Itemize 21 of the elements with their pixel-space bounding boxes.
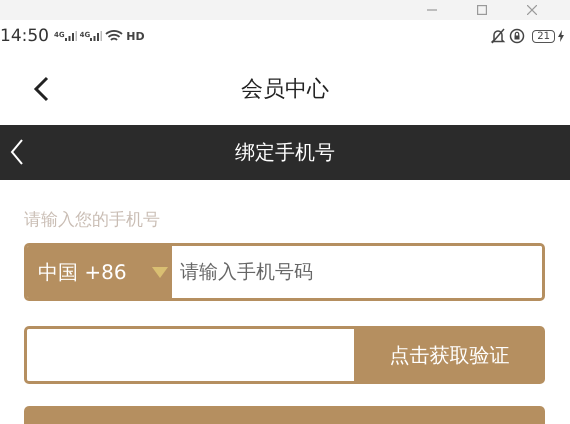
country-code-selector[interactable]: 中国 +86 — [27, 246, 172, 298]
country-code: 中国 +86 — [38, 258, 127, 286]
bell-off-icon — [490, 28, 506, 44]
hd-label: HD — [126, 30, 145, 42]
signal-icon — [64, 31, 77, 41]
page-title: 会员中心 — [241, 76, 329, 104]
code-input-field[interactable] — [24, 326, 354, 384]
phone-label: 请输入您的手机号 — [24, 209, 161, 231]
get-code-button[interactable]: 点击获取验证 — [354, 326, 545, 384]
wifi-icon — [105, 29, 124, 43]
sub-header-title: 绑定手机号 — [235, 139, 335, 166]
battery-level: 21 — [532, 30, 555, 42]
close-icon[interactable] — [527, 5, 537, 15]
rotation-lock-icon — [509, 28, 526, 44]
charging-icon — [558, 30, 564, 42]
signal-icon — [90, 31, 102, 41]
dropdown-icon — [152, 266, 168, 278]
maximize-icon[interactable] — [477, 5, 487, 15]
phone-field[interactable]: 中国 +86 请输入手机号码 — [24, 243, 545, 301]
back-icon[interactable] — [33, 76, 49, 102]
status-time: 14:50 — [0, 26, 49, 46]
